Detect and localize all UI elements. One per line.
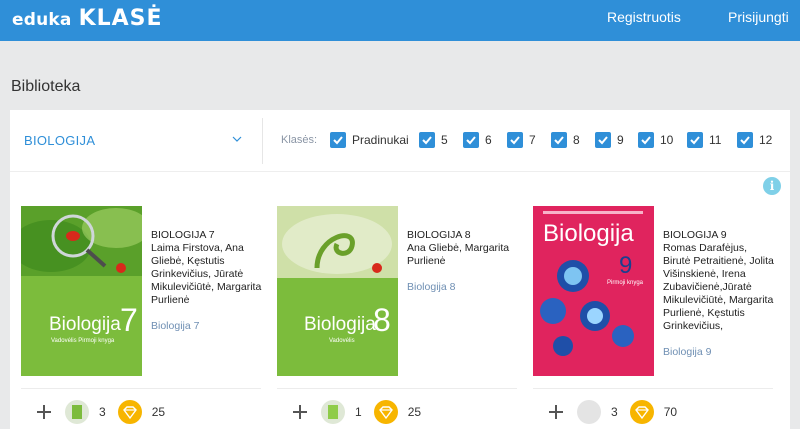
- avatar[interactable]: [321, 400, 345, 424]
- checkbox-checked-icon: [507, 132, 523, 148]
- diamond-icon: [117, 400, 142, 424]
- book-authors: Romas Darafėjus, Birutė Petraitienė, Jol…: [663, 242, 774, 332]
- class-checkbox-label: 7: [529, 133, 536, 147]
- cover-title: Biologija: [543, 220, 634, 247]
- cover-art-7: [21, 206, 142, 376]
- filter-divider: [262, 118, 263, 164]
- add-button[interactable]: [290, 402, 310, 422]
- diamond-icon: [629, 400, 654, 424]
- book-link[interactable]: Biologija 7: [151, 320, 199, 332]
- book-authors: Ana Gliebė, Margarita Purlienė: [407, 242, 510, 267]
- cover-art-8: [277, 206, 398, 376]
- class-checkbox-label: 11: [709, 133, 722, 147]
- class-checkbox-label: Pradinukai: [352, 133, 409, 147]
- card-divider: [533, 388, 773, 389]
- checkbox-checked-icon: [330, 132, 346, 148]
- class-checkbox-label: 12: [759, 133, 773, 147]
- class-checkbox-7[interactable]: 7: [507, 132, 536, 148]
- class-checkbox-9[interactable]: 9: [595, 132, 624, 148]
- cover-title: Biologija: [304, 314, 376, 335]
- book-meta: BIOLOGIJA 8 Ana Gliebė, Margarita Purlie…: [407, 229, 519, 268]
- book-meta: BIOLOGIJA 9 Romas Darafėjus, Birutė Petr…: [663, 229, 775, 333]
- avatar[interactable]: [65, 400, 89, 424]
- class-checkbox-6[interactable]: 6: [463, 132, 492, 148]
- points-value: 70: [663, 405, 678, 419]
- book-title: BIOLOGIJA 7: [151, 229, 215, 241]
- book-card-biologija-8[interactable]: Biologija 8 Vadovėlis BIOLOGIJA 8 Ana Gl…: [277, 206, 517, 396]
- user-count: 3: [611, 405, 618, 419]
- class-checkbox-label: 6: [485, 133, 492, 147]
- page-title: Biblioteka: [11, 78, 81, 95]
- subject-select-value: BIOLOGIJA: [24, 133, 96, 148]
- add-button[interactable]: [34, 402, 54, 422]
- user-count: 3: [99, 405, 106, 419]
- class-checkbox-label: 9: [617, 133, 624, 147]
- card-divider: [277, 388, 517, 389]
- cover-title: Biologija: [49, 314, 121, 335]
- class-checkbox-label: 5: [441, 133, 448, 147]
- book-title: BIOLOGIJA 9: [663, 229, 727, 241]
- classes-label: Klasės:: [281, 134, 318, 146]
- book-cover[interactable]: Biologija 9 Pirmoji knyga: [533, 206, 654, 376]
- login-link[interactable]: Prisijungti: [728, 9, 789, 25]
- checkbox-checked-icon: [595, 132, 611, 148]
- card-actions: 3 25: [21, 398, 261, 426]
- book-meta: BIOLOGIJA 7 Laima Firstova, Ana Gliebė, …: [151, 229, 263, 307]
- card-actions: 1 25: [277, 398, 517, 426]
- checkbox-checked-icon: [419, 132, 435, 148]
- class-checkbox-12[interactable]: 12: [737, 132, 772, 148]
- checkbox-checked-icon: [551, 132, 567, 148]
- class-checkbox-5[interactable]: 5: [419, 132, 448, 148]
- library-panel: BIOLOGIJA Klasės: Pradinukai 5 6 7 8 9 1…: [10, 110, 790, 429]
- cover-subtitle: Pirmoji knyga: [607, 280, 644, 286]
- logo[interactable]: eduka KLASĖ: [12, 6, 163, 31]
- register-link[interactable]: Registruotis: [607, 9, 681, 25]
- book-card-biologija-9[interactable]: Biologija 9 Pirmoji knyga BIOLOGIJA 9 Ro…: [533, 206, 775, 396]
- cover-number: 7: [120, 302, 138, 338]
- subject-select[interactable]: BIOLOGIJA: [24, 132, 244, 152]
- points-value: 25: [407, 405, 422, 419]
- add-button[interactable]: [546, 402, 566, 422]
- user-count: 1: [355, 405, 362, 419]
- info-icon[interactable]: i: [763, 177, 781, 195]
- class-checkbox-label: 10: [660, 133, 674, 147]
- card-divider: [21, 388, 261, 389]
- cover-subtitle: Vadovėlis: [329, 338, 355, 344]
- points-value: 25: [151, 405, 166, 419]
- cover-number: 9: [619, 252, 633, 279]
- logo-klase: KLASĖ: [78, 6, 163, 31]
- book-card-biologija-7[interactable]: Biologija 7 Vadovėlis Pirmoji knyga BIOL…: [21, 206, 261, 396]
- diamond-icon: [373, 400, 398, 424]
- logo-eduka: eduka: [12, 10, 72, 30]
- class-checkbox-10[interactable]: 10: [638, 132, 673, 148]
- class-checkbox-11[interactable]: 11: [687, 132, 721, 148]
- book-link[interactable]: Biologija 9: [663, 346, 711, 358]
- card-actions: 3 70: [533, 398, 773, 426]
- cover-subtitle: Vadovėlis Pirmoji knyga: [51, 338, 115, 344]
- book-authors: Laima Firstova, Ana Gliebė, Kęstutis Gri…: [151, 242, 262, 306]
- top-bar: eduka KLASĖ Registruotis Prisijungti: [0, 0, 800, 41]
- book-cover[interactable]: Biologija 8 Vadovėlis: [277, 206, 398, 376]
- class-checkbox-label: 8: [573, 133, 580, 147]
- checkbox-checked-icon: [737, 132, 753, 148]
- book-title: BIOLOGIJA 8: [407, 229, 471, 241]
- class-checkbox-8[interactable]: 8: [551, 132, 580, 148]
- chevron-down-icon: [232, 136, 242, 142]
- class-checkbox-pradinukai[interactable]: Pradinukai: [330, 132, 409, 148]
- filter-bar: BIOLOGIJA Klasės: Pradinukai 5 6 7 8 9 1…: [10, 110, 790, 172]
- book-cover[interactable]: Biologija 7 Vadovėlis Pirmoji knyga: [21, 206, 142, 376]
- book-link[interactable]: Biologija 8: [407, 281, 455, 293]
- checkbox-checked-icon: [638, 132, 654, 148]
- cover-number: 8: [373, 302, 391, 338]
- avatar[interactable]: [577, 400, 601, 424]
- checkbox-checked-icon: [687, 132, 703, 148]
- checkbox-checked-icon: [463, 132, 479, 148]
